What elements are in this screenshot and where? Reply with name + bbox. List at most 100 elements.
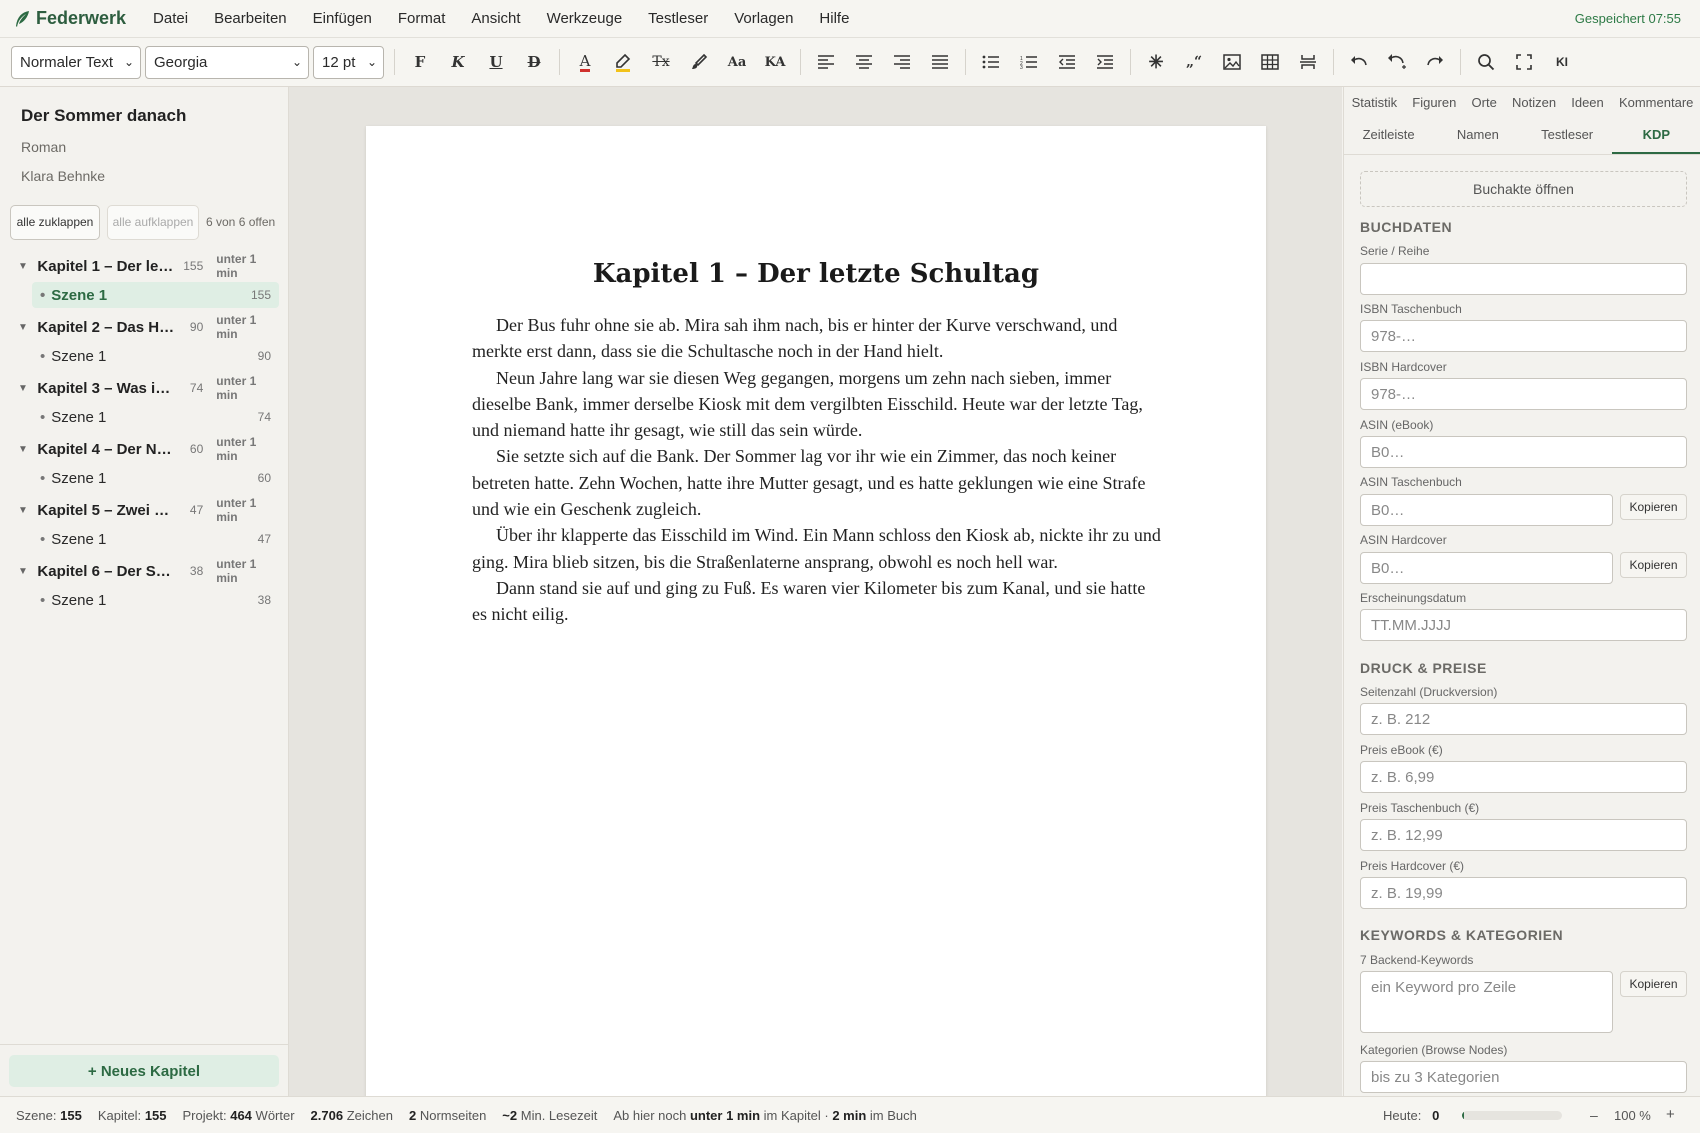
menu-einfuegen[interactable]: Einfügen (313, 10, 372, 27)
highlight-button[interactable] (604, 45, 642, 79)
tab-ideen[interactable]: Ideen (1571, 95, 1604, 110)
align-justify-button[interactable] (921, 45, 959, 79)
chapter-heading[interactable]: Kapitel 1 – Der letzte Schultag (366, 259, 1266, 289)
tab-kommentare[interactable]: Kommentare (1619, 95, 1693, 110)
tab-figuren[interactable]: Figuren (1412, 95, 1456, 110)
search-button[interactable] (1467, 45, 1505, 79)
menu-testleser[interactable]: Testleser (648, 10, 708, 27)
indent-button[interactable] (1086, 45, 1124, 79)
underline-button[interactable]: U (477, 45, 515, 79)
paragraph-style-select[interactable]: Normaler Text ⌄ (11, 45, 141, 79)
align-left-button[interactable] (807, 45, 845, 79)
bullet-list-button[interactable] (972, 45, 1010, 79)
chapter-item[interactable]: ▼Kapitel 3 – Was im Keller 74 unter 1 min (18, 374, 279, 402)
tab-statistik[interactable]: Statistik (1352, 95, 1398, 110)
outdent-button[interactable] (1048, 45, 1086, 79)
menu-hilfe[interactable]: Hilfe (819, 10, 849, 27)
copy-keywords-button[interactable]: Kopieren (1620, 971, 1687, 997)
tab-namen[interactable]: Namen (1433, 117, 1522, 154)
categories-input[interactable]: bis zu 3 Kategorien (1360, 1061, 1687, 1093)
page-count-input[interactable]: z. B. 212 (1360, 703, 1687, 735)
caret-down-icon[interactable]: ▼ (18, 261, 37, 272)
scene-break-button[interactable]: ✳ (1137, 45, 1175, 79)
series-input[interactable] (1360, 263, 1687, 295)
caret-down-icon[interactable]: ▼ (18, 322, 37, 333)
format-painter-button[interactable] (680, 45, 718, 79)
copy-asin-hardcover-button[interactable]: Kopieren (1620, 552, 1687, 578)
numbered-list-button[interactable]: 123 (1010, 45, 1048, 79)
undo-history-button[interactable] (1378, 45, 1416, 79)
scene-item[interactable]: • Szene 1 38 (32, 587, 279, 613)
asin-paperback-label: ASIN Taschenbuch (1360, 475, 1462, 489)
zoom-in-button[interactable]: + (1666, 1106, 1675, 1123)
tab-orte[interactable]: Orte (1472, 95, 1497, 110)
paragraph[interactable]: Der Bus fuhr ohne sie ab. Mira sah ihm n… (472, 312, 1162, 365)
open-book-file-button[interactable]: Buchakte öffnen (1360, 171, 1687, 207)
font-size-select[interactable]: 12 pt ⌄ (313, 45, 384, 79)
menu-werkzeuge[interactable]: Werkzeuge (547, 10, 623, 27)
tab-testleser[interactable]: Testleser (1523, 117, 1612, 154)
expand-all-button[interactable]: alle aufklappen (107, 205, 199, 240)
chapter-item[interactable]: ▼Kapitel 1 – Der letzte Schultag 155 unter… (18, 252, 279, 280)
paragraph[interactable]: Über ihr klapperte das Eisschild im Wind… (472, 522, 1162, 575)
insert-image-button[interactable] (1213, 45, 1251, 79)
document-page[interactable]: Kapitel 1 – Der letzte Schultag Der Bus … (366, 126, 1266, 1106)
bold-button[interactable]: F (401, 45, 439, 79)
tab-zeitleiste[interactable]: Zeitleiste (1344, 117, 1433, 154)
document-body[interactable]: Der Bus fuhr ohne sie ab. Mira sah ihm n… (472, 312, 1162, 628)
fullscreen-button[interactable] (1505, 45, 1543, 79)
paragraph[interactable]: Dann stand sie auf und ging zu Fuß. Es w… (472, 575, 1162, 628)
caret-down-icon[interactable]: ▼ (18, 566, 37, 577)
scene-item[interactable]: • Szene 1 47 (32, 526, 279, 552)
menu-bearbeiten[interactable]: Bearbeiten (214, 10, 287, 27)
ai-button[interactable]: KI (1543, 45, 1581, 79)
release-date-input[interactable]: TT.MM.JJJJ (1360, 609, 1687, 641)
scene-item[interactable]: • Szene 1 155 (32, 282, 279, 308)
caret-down-icon[interactable]: ▼ (18, 444, 37, 455)
page-break-button[interactable] (1289, 45, 1327, 79)
undo-button[interactable] (1340, 45, 1378, 79)
menu-vorlagen[interactable]: Vorlagen (734, 10, 793, 27)
copy-asin-paperback-button[interactable]: Kopieren (1620, 494, 1687, 520)
align-center-button[interactable] (845, 45, 883, 79)
asin-ebook-input[interactable]: B0… (1360, 436, 1687, 468)
menu-ansicht[interactable]: Ansicht (471, 10, 520, 27)
price-ebook-input[interactable]: z. B. 6,99 (1360, 761, 1687, 793)
price-hardcover-input[interactable]: z. B. 19,99 (1360, 877, 1687, 909)
font-family-select[interactable]: Georgia ⌄ (145, 45, 309, 79)
menu-format[interactable]: Format (398, 10, 446, 27)
chapter-item[interactable]: ▼Kapitel 5 – Zwei Briefe 47 unter 1 min (18, 496, 279, 524)
paragraph[interactable]: Neun Jahre lang war sie diesen Weg gegan… (472, 365, 1162, 444)
isbn-paperback-input[interactable]: 978-… (1360, 320, 1687, 352)
chapter-item[interactable]: ▼Kapitel 6 – Der Sommer 38 unter 1 min (18, 557, 279, 585)
small-caps-button[interactable]: KA (756, 45, 794, 79)
align-right-button[interactable] (883, 45, 921, 79)
scene-item[interactable]: • Szene 1 60 (32, 465, 279, 491)
price-paperback-input[interactable]: z. B. 12,99 (1360, 819, 1687, 851)
tab-kdp[interactable]: KDP (1611, 117, 1700, 154)
redo-button[interactable] (1416, 45, 1454, 79)
new-chapter-button[interactable]: + Neues Kapitel (9, 1055, 279, 1087)
chapter-item[interactable]: ▼ Kapitel 2 – Das Haus 90 unter 1 min (18, 313, 279, 341)
collapse-all-button[interactable]: alle zuklappen (10, 205, 100, 240)
scene-item[interactable]: • Szene 1 74 (32, 404, 279, 430)
quotes-button[interactable]: „“ (1175, 45, 1213, 79)
paragraph[interactable]: Sie setzte sich auf die Bank. Der Sommer… (472, 443, 1162, 522)
keywords-textarea[interactable]: ein Keyword pro Zeile (1360, 971, 1613, 1033)
chapter-item[interactable]: ▼Kapitel 4 – Der Nachbar 60 unter 1 min (18, 435, 279, 463)
caret-down-icon[interactable]: ▼ (18, 383, 37, 394)
clear-format-button[interactable]: Tx (642, 45, 680, 79)
change-case-button[interactable]: Aa (718, 45, 756, 79)
text-color-button[interactable]: A (566, 45, 604, 79)
caret-down-icon[interactable]: ▼ (18, 505, 37, 516)
menu-datei[interactable]: Datei (153, 10, 188, 27)
zoom-out-button[interactable]: – (1590, 1107, 1598, 1123)
asin-hardcover-input[interactable]: B0… (1360, 552, 1613, 584)
scene-item[interactable]: • Szene 1 90 (32, 343, 279, 369)
strikethrough-button[interactable]: D (515, 45, 553, 79)
insert-table-button[interactable] (1251, 45, 1289, 79)
asin-paperback-input[interactable]: B0… (1360, 494, 1613, 526)
isbn-hardcover-input[interactable]: 978-… (1360, 378, 1687, 410)
tab-notizen[interactable]: Notizen (1512, 95, 1556, 110)
italic-button[interactable]: K (439, 45, 477, 79)
